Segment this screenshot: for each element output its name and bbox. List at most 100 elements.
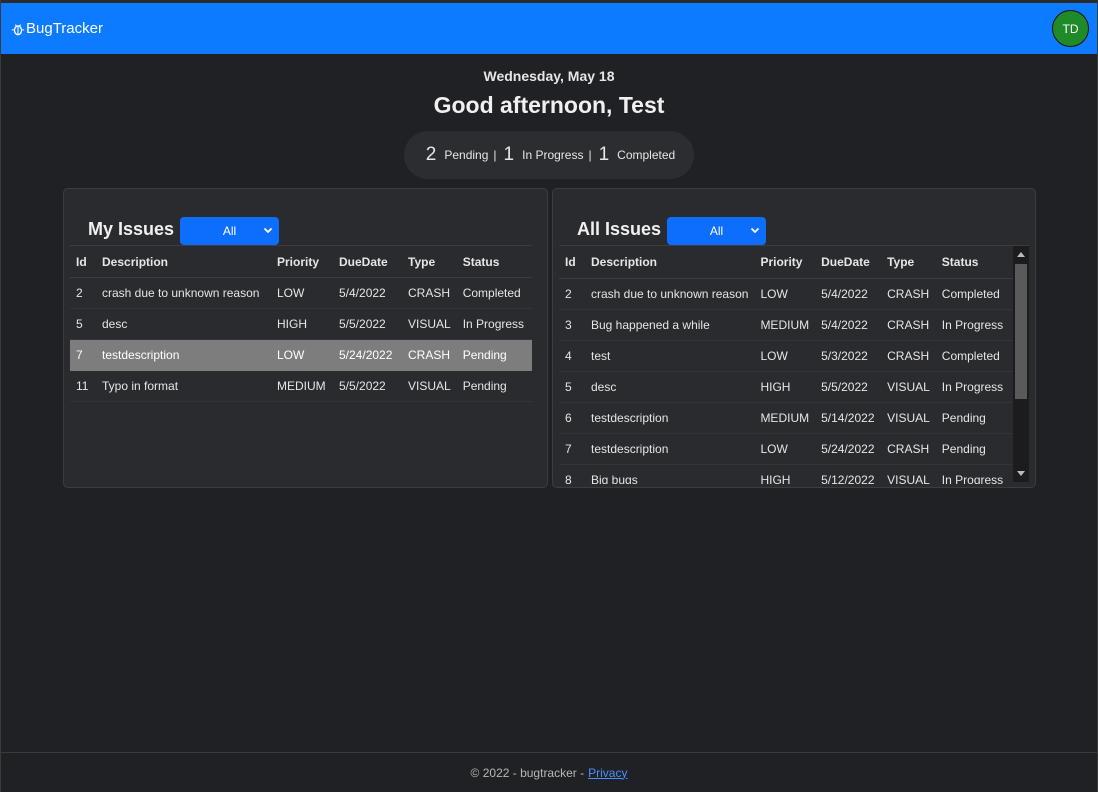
my-issues-panel: My Issues All Id Description Priority Du… <box>63 188 548 488</box>
cell-status: Pending <box>456 339 532 371</box>
table-row[interactable]: 3 Bug happened a while MEDIUM 5/4/2022 C… <box>559 309 1018 341</box>
table-row[interactable]: 11 Typo in format MEDIUM 5/5/2022 VISUAL… <box>70 370 532 402</box>
column-header[interactable]: Status <box>456 245 532 278</box>
cell-id: 6 <box>559 402 585 434</box>
cell-type: VISUAL <box>402 370 457 402</box>
cell-due-date: 5/4/2022 <box>333 277 402 309</box>
brand-link[interactable]: BugTracker <box>11 20 103 37</box>
cell-due-date: 5/3/2022 <box>815 340 882 372</box>
my-issues-filter-select[interactable]: All <box>180 217 280 245</box>
table-row[interactable]: 8 Big bugs HIGH 5/12/2022 VISUAL In Prog… <box>559 464 1018 484</box>
cell-type: CRASH <box>881 309 936 341</box>
table-row[interactable]: 2 crash due to unknown reason LOW 5/4/20… <box>559 278 1018 310</box>
brand-label: BugTracker <box>26 20 103 37</box>
cell-status: In Progress <box>935 371 1018 403</box>
cell-id: 4 <box>559 340 585 372</box>
completed-count: 1 <box>598 144 610 165</box>
cell-id: 7 <box>70 339 96 371</box>
scrollbar-thumb[interactable] <box>1015 264 1027 399</box>
column-header[interactable]: Id <box>559 246 585 279</box>
cell-due-date: 5/5/2022 <box>333 370 402 402</box>
cell-description: testdescription <box>585 402 755 434</box>
column-header[interactable]: Priority <box>754 246 816 279</box>
cell-description: testdescription <box>585 433 755 465</box>
cell-status: In Progress <box>935 309 1018 341</box>
cell-due-date: 5/24/2022 <box>333 339 402 371</box>
cell-type: VISUAL <box>881 402 936 434</box>
column-header[interactable]: Type <box>402 245 457 278</box>
cell-status: In Progress <box>456 308 532 340</box>
current-date: Wednesday, May 18 <box>483 68 615 84</box>
summary-separator: | <box>493 148 497 162</box>
cell-priority: HIGH <box>754 371 816 403</box>
cell-priority: LOW <box>271 277 333 309</box>
scroll-down-arrow-icon[interactable] <box>1017 471 1025 476</box>
cell-due-date: 5/5/2022 <box>333 308 402 340</box>
cell-status: Completed <box>935 278 1018 310</box>
all-issues-scrollbar[interactable] <box>1013 246 1029 482</box>
column-header[interactable]: Type <box>881 246 936 279</box>
column-header[interactable]: DueDate <box>333 245 402 278</box>
cell-due-date: 5/12/2022 <box>815 464 882 484</box>
cell-status: Completed <box>935 340 1018 372</box>
column-header[interactable]: DueDate <box>815 246 882 279</box>
table-row-selected[interactable]: 7 testdescription LOW 5/24/2022 CRASH Pe… <box>70 339 532 371</box>
footer-copyright: © 2022 - bugtracker - <box>470 765 585 780</box>
cell-type: CRASH <box>881 340 936 372</box>
page-title: Good afternoon, Test <box>433 92 665 118</box>
all-issues-title: All Issues <box>577 218 662 239</box>
scroll-up-arrow-icon[interactable] <box>1017 252 1025 257</box>
cell-id: 5 <box>70 308 96 340</box>
cell-priority: MEDIUM <box>754 309 816 341</box>
column-header[interactable]: Description <box>585 246 755 279</box>
cell-type: CRASH <box>402 339 457 371</box>
privacy-link[interactable]: Privacy <box>588 766 627 780</box>
cell-id: 7 <box>559 433 585 465</box>
navbar: BugTracker TD <box>1 3 1097 54</box>
chevron-down-icon <box>263 227 273 234</box>
cell-id: 5 <box>559 371 585 403</box>
summary-separator: | <box>588 148 592 162</box>
bug-icon <box>11 23 25 35</box>
table-header-row: Id Description Priority DueDate Type Sta… <box>70 245 532 278</box>
avatar-initials: TD <box>1062 21 1079 36</box>
table-row[interactable]: 5 desc HIGH 5/5/2022 VISUAL In Progress <box>70 308 532 340</box>
cell-type: CRASH <box>881 433 936 465</box>
cell-id: 2 <box>70 277 96 309</box>
cell-priority: LOW <box>271 339 333 371</box>
column-header[interactable]: Description <box>96 245 271 278</box>
cell-description: test <box>585 340 755 372</box>
cell-description: Bug happened a while <box>585 309 755 341</box>
in-progress-count: 1 <box>503 144 515 165</box>
avatar[interactable]: TD <box>1052 10 1089 47</box>
cell-id: 3 <box>559 309 585 341</box>
my-issues-filter-value: All <box>222 224 237 238</box>
table-row[interactable]: 2 crash due to unknown reason LOW 5/4/20… <box>70 277 532 309</box>
all-issues-filter-select[interactable]: All <box>667 217 767 245</box>
in-progress-label: In Progress <box>522 148 584 162</box>
table-row[interactable]: 6 testdescription MEDIUM 5/14/2022 VISUA… <box>559 402 1018 434</box>
cell-priority: MEDIUM <box>754 402 816 434</box>
table-row[interactable]: 5 desc HIGH 5/5/2022 VISUAL In Progress <box>559 371 1018 403</box>
cell-id: 8 <box>559 464 585 484</box>
table-row[interactable]: 7 testdescription LOW 5/24/2022 CRASH Pe… <box>559 433 1018 465</box>
cell-type: VISUAL <box>881 371 936 403</box>
my-issues-title: My Issues <box>88 218 175 239</box>
cell-due-date: 5/14/2022 <box>815 402 882 434</box>
cell-description: desc <box>96 308 271 340</box>
cell-due-date: 5/5/2022 <box>815 371 882 403</box>
cell-description: desc <box>585 371 755 403</box>
cell-description: crash due to unknown reason <box>585 278 755 310</box>
cell-status: In Progress <box>935 464 1018 484</box>
cell-type: VISUAL <box>881 464 936 484</box>
cell-priority: LOW <box>754 340 816 372</box>
cell-priority: MEDIUM <box>271 370 333 402</box>
column-header[interactable]: Id <box>70 245 96 278</box>
all-issues-scroll-area[interactable]: Id Description Priority DueDate Type Sta… <box>559 245 1029 484</box>
column-header[interactable]: Status <box>935 246 1018 279</box>
column-header[interactable]: Priority <box>271 245 333 278</box>
table-row[interactable]: 4 test LOW 5/3/2022 CRASH Completed <box>559 340 1018 372</box>
cell-id: 11 <box>70 370 96 402</box>
cell-description: crash due to unknown reason <box>96 277 271 309</box>
cell-due-date: 5/4/2022 <box>815 278 882 310</box>
